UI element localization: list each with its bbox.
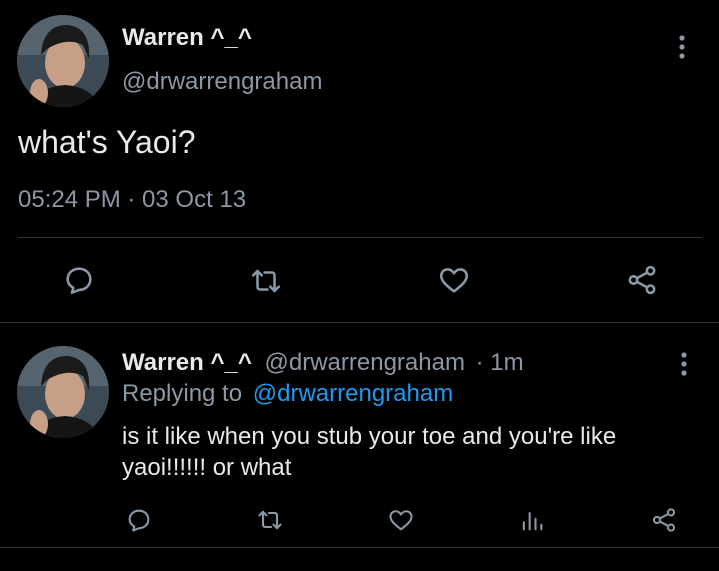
more-vertical-icon[interactable] xyxy=(672,34,692,60)
reply-text-line2: yaoi!!!!!! or what xyxy=(122,454,292,481)
reply-heart-icon[interactable] xyxy=(386,506,416,534)
share-icon[interactable] xyxy=(624,263,660,297)
reply-share-icon[interactable] xyxy=(649,506,679,534)
retweet-icon[interactable] xyxy=(248,264,284,298)
reply-time[interactable]: · 1m xyxy=(476,349,524,376)
replying-to-label: Replying to xyxy=(122,380,243,407)
tweet-text: what's Yaoi? xyxy=(18,124,196,160)
author-avatar[interactable] xyxy=(17,15,109,107)
reply-reply-icon[interactable] xyxy=(125,506,153,534)
analytics-icon[interactable] xyxy=(518,506,546,534)
reply-more-vertical-icon[interactable] xyxy=(674,351,694,377)
heart-icon[interactable] xyxy=(436,263,472,297)
author-name[interactable]: Warren ^_^ xyxy=(122,24,252,52)
reply-retweet-icon[interactable] xyxy=(255,506,285,534)
replying-to: Replying to @drwarrengraham xyxy=(122,380,453,408)
reply-text-line1: is it like when you stub your toe and yo… xyxy=(122,423,617,450)
tweet-timestamp[interactable]: 05:24 PM · 03 Oct 13 xyxy=(18,186,246,214)
reply-avatar[interactable] xyxy=(17,346,109,438)
reply-icon[interactable] xyxy=(62,263,96,297)
divider xyxy=(18,237,702,238)
reply-author-handle[interactable]: @drwarrengraham xyxy=(265,349,465,376)
section-divider xyxy=(0,322,719,323)
reply-header: Warren ^_^ @drwarrengraham · 1m xyxy=(122,349,524,377)
author-handle[interactable]: @drwarrengraham xyxy=(122,68,322,96)
replying-to-handle[interactable]: @drwarrengraham xyxy=(253,380,453,407)
reply-author-name[interactable]: Warren ^_^ xyxy=(122,349,252,376)
bottom-divider xyxy=(0,547,719,548)
